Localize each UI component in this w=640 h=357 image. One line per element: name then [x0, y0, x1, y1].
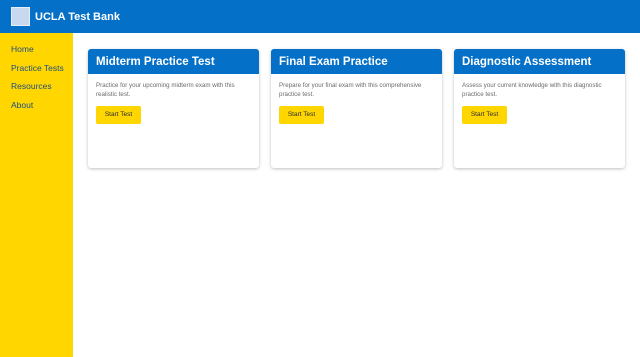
- app-title: UCLA Test Bank: [35, 10, 120, 23]
- sidebar-item-resources[interactable]: Resources: [0, 81, 73, 100]
- card-description: Assess your current knowledge with this …: [462, 82, 602, 98]
- logo-icon: [11, 7, 30, 26]
- card-description: Prepare for your final exam with this co…: [279, 82, 422, 98]
- start-test-button[interactable]: Start Test: [462, 106, 507, 124]
- card-title: Midterm Practice Test: [88, 49, 259, 74]
- start-test-button[interactable]: Start Test: [279, 106, 324, 124]
- test-card-midterm: Midterm Practice Test Practice for your …: [88, 49, 259, 168]
- test-card-final: Final Exam Practice Prepare for your fin…: [271, 49, 442, 168]
- start-test-button[interactable]: Start Test: [96, 106, 141, 124]
- card-title: Diagnostic Assessment: [454, 49, 625, 74]
- main-content: Midterm Practice Test Practice for your …: [73, 33, 640, 357]
- sidebar-item-home[interactable]: Home: [0, 44, 73, 63]
- test-card-diagnostic: Diagnostic Assessment Assess your curren…: [454, 49, 625, 168]
- card-title: Final Exam Practice: [271, 49, 442, 74]
- top-header: UCLA Test Bank: [0, 0, 640, 33]
- sidebar-item-about[interactable]: About: [0, 100, 73, 119]
- sidebar: Home Practice Tests Resources About: [0, 33, 73, 357]
- sidebar-item-practice-tests[interactable]: Practice Tests: [0, 63, 73, 82]
- card-description: Practice for your upcoming midterm exam …: [96, 82, 235, 98]
